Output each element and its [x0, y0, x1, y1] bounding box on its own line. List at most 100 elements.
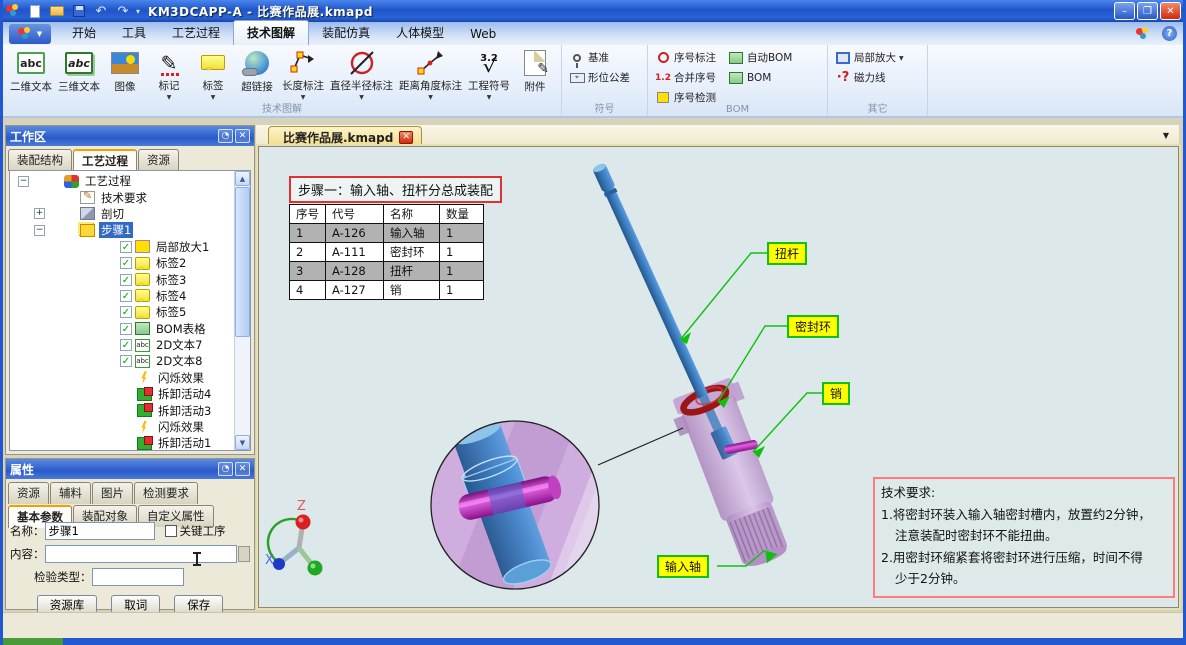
content-more-button[interactable] — [238, 546, 250, 562]
2d-text-button[interactable]: abc 二维文本 — [7, 47, 55, 102]
tab-web[interactable]: Web — [457, 24, 509, 45]
auto-bom-button[interactable]: 自动BOM — [725, 49, 795, 66]
bom-row: 3 A-128 扭杆 1 — [289, 261, 484, 281]
tree-item[interactable]: ✓ 标签2 — [10, 255, 234, 271]
scroll-up-icon[interactable]: ▲ — [235, 171, 250, 186]
check-type-label: 检验类型： — [34, 570, 92, 584]
tab-inspection[interactable]: 检测要求 — [134, 482, 198, 504]
magnetic-line-button[interactable]: ·? 磁力线 — [832, 69, 907, 86]
tree-item[interactable]: ✓ 标签4 — [10, 288, 234, 304]
tree-scrollbar[interactable]: ▲ ▼ — [234, 171, 250, 450]
3d-text-button[interactable]: abc 三维文本 — [55, 47, 103, 102]
panel-float-icon[interactable]: ◔ — [218, 462, 233, 476]
tree-item[interactable]: − 步骤1 — [10, 222, 234, 239]
merge-seq-button[interactable]: 1.2 合并序号 — [652, 69, 719, 86]
eng-symbol-button[interactable]: 3.2 √ 工程符号 ▼ — [465, 47, 513, 102]
visibility-checkbox[interactable]: ✓ — [120, 289, 132, 302]
seq-annotation-button[interactable]: 序号标注 — [652, 49, 719, 66]
hyperlink-button[interactable]: 超链接 — [235, 47, 279, 102]
orientation-triad[interactable]: X Z — [265, 499, 323, 576]
callout-label-input-shaft[interactable]: 输入轴 — [657, 555, 710, 578]
tab-resource[interactable]: 资源 — [8, 482, 49, 504]
drawing-canvas[interactable]: X Z 步骤一：输入轴、扭杆分总成装配 序号 代号 名称 数量 1 A-126 输入轴 1 2 A… — [258, 146, 1179, 608]
save-button[interactable] — [70, 3, 88, 19]
visibility-checkbox[interactable]: ✓ — [120, 355, 132, 368]
open-file-button[interactable] — [48, 3, 66, 19]
tree-item[interactable]: ✓ 局部放大1 — [10, 239, 234, 255]
close-button[interactable]: ✕ — [1160, 2, 1181, 20]
tree-item[interactable]: 拆卸活动4 — [10, 386, 234, 402]
tree-item[interactable]: ✓ BOM表格 — [10, 321, 234, 337]
tree-item[interactable]: 拆卸活动3 — [10, 402, 234, 418]
tab-picture[interactable]: 图片 — [92, 482, 133, 504]
panel-close-icon[interactable]: ✕ — [235, 129, 250, 143]
app-menu-button[interactable]: ▼ — [9, 24, 51, 44]
tab-resources[interactable]: 资源 — [138, 149, 179, 171]
key-process-checkbox[interactable] — [164, 525, 177, 537]
tree-item[interactable]: 闪烁效果 — [10, 370, 234, 386]
name-input[interactable] — [44, 522, 155, 540]
minimize-button[interactable]: – — [1114, 2, 1135, 20]
check-type-input[interactable] — [91, 568, 184, 586]
table-grid-icon — [728, 71, 744, 85]
collapse-toggle-icon[interactable]: − — [18, 175, 29, 187]
tab-auxiliary[interactable]: 辅料 — [50, 482, 91, 504]
tab-tools[interactable]: 工具 — [109, 21, 159, 45]
tab-assembly-structure[interactable]: 装配结构 — [8, 149, 72, 171]
scrollbar-thumb[interactable] — [235, 187, 250, 337]
visibility-checkbox[interactable]: ✓ — [120, 240, 132, 253]
gdt-button[interactable]: ⌖ 形位公差 — [566, 69, 633, 86]
marker-button[interactable]: ✎ 标记 ▼ — [147, 47, 191, 102]
panel-close-icon[interactable]: ✕ — [235, 462, 250, 476]
length-dim-button[interactable]: 长度标注 ▼ — [279, 47, 327, 102]
tab-assembly-sim[interactable]: 装配仿真 — [309, 21, 383, 45]
visibility-checkbox[interactable]: ✓ — [120, 339, 132, 352]
undo-button[interactable]: ↶ — [92, 3, 110, 19]
tab-home[interactable]: 开始 — [59, 21, 109, 45]
help-icon[interactable]: ? — [1162, 26, 1177, 41]
tab-process-tree[interactable]: 工艺过程 — [73, 149, 137, 172]
callout-label-pin[interactable]: 销 — [822, 382, 851, 405]
tree-item[interactable]: ✓ 标签3 — [10, 271, 234, 287]
tab-tech-illustration[interactable]: 技术图解 — [233, 20, 310, 45]
expand-toggle-icon[interactable]: + — [34, 208, 45, 220]
tree-item[interactable]: 闪烁效果 — [10, 419, 234, 435]
collapse-toggle-icon[interactable]: − — [34, 224, 45, 236]
tree-item[interactable]: 技术要求 — [10, 189, 234, 205]
visibility-checkbox[interactable]: ✓ — [120, 273, 132, 286]
dropdown-arrow-icon[interactable]: ▼ — [899, 55, 904, 62]
tab-human-model[interactable]: 人体模型 — [383, 21, 457, 45]
visibility-checkbox[interactable]: ✓ — [120, 306, 132, 319]
tab-process[interactable]: 工艺过程 — [159, 21, 233, 45]
document-tab[interactable]: 比赛作品展.kmapd ✕ — [268, 126, 423, 146]
diameter-dim-button[interactable]: 直径半径标注 ▼ — [327, 47, 396, 102]
tree-item[interactable]: ✓ 标签5 — [10, 304, 234, 320]
datum-button[interactable]: 基准 — [566, 49, 633, 68]
restore-button[interactable]: ❐ — [1137, 2, 1158, 20]
visibility-checkbox[interactable]: ✓ — [120, 257, 132, 270]
tree-item[interactable]: ✓2D文本8 — [10, 353, 234, 369]
callout-label-seal-ring[interactable]: 密封环 — [787, 315, 840, 338]
ribbon-group-other: 局部放大 ▼ ·? 磁力线 其它 — [828, 45, 928, 116]
tree-item[interactable]: 拆卸活动1 — [10, 435, 234, 450]
tree-item[interactable]: ✓2D文本7 — [10, 337, 234, 353]
close-document-icon[interactable]: ✕ — [399, 131, 414, 144]
redo-button[interactable]: ↷ — [114, 3, 132, 19]
content-input[interactable] — [44, 545, 237, 563]
new-file-button[interactable] — [26, 3, 44, 19]
tree-item[interactable]: + 剖切 — [10, 206, 234, 222]
tab-list-dropdown-icon[interactable]: ▼ — [1163, 131, 1169, 140]
scroll-down-icon[interactable]: ▼ — [235, 435, 250, 450]
bom-button[interactable]: BOM — [725, 69, 774, 86]
image-button[interactable]: 图像 — [103, 47, 147, 102]
quick-access-dropdown-icon[interactable]: ▾ — [136, 7, 140, 16]
callout-label-torsion-bar[interactable]: 扭杆 — [767, 242, 808, 265]
attachment-button[interactable]: 附件 — [513, 47, 557, 102]
angle-dim-button[interactable]: 距离角度标注 ▼ — [396, 47, 465, 102]
tag-button[interactable]: 标签 ▼ — [191, 47, 235, 102]
torsion-bar-part[interactable] — [592, 162, 710, 399]
visibility-checkbox[interactable]: ✓ — [120, 322, 132, 335]
tree-item[interactable]: − 工艺过程 — [10, 173, 234, 189]
panel-float-icon[interactable]: ◔ — [218, 129, 233, 143]
local-zoom-button[interactable]: 局部放大 ▼ — [832, 49, 907, 66]
